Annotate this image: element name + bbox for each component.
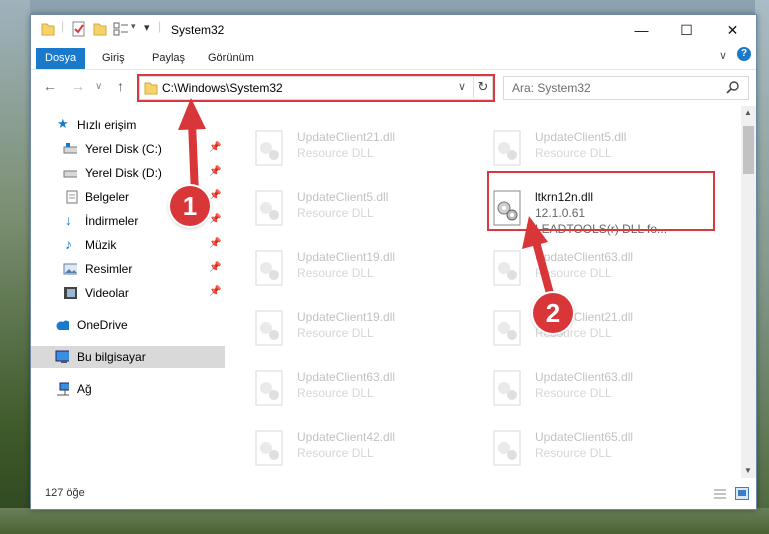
arrow-1 xyxy=(178,98,206,198)
annotation-arrows xyxy=(178,98,556,305)
callout-2: 2 xyxy=(533,293,573,333)
callout-1: 1 xyxy=(170,186,210,226)
arrow-2 xyxy=(522,216,556,305)
